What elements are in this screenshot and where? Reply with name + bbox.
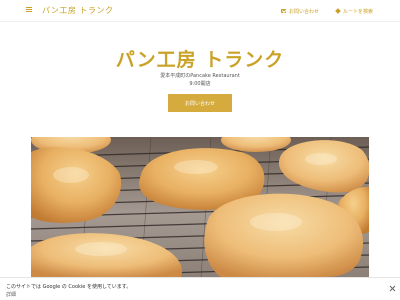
page-title: パン工房 トランク xyxy=(115,49,285,71)
subtitle-line-1: 愛本平成町のPancake Restaurant xyxy=(160,73,240,79)
header-contact-label: お問い合わせ xyxy=(289,8,320,15)
subtitle-line-2: 9:00開店 xyxy=(189,81,211,87)
cookie-details-link[interactable]: 詳細 xyxy=(6,291,16,298)
brand-name[interactable]: パン工房 トランク xyxy=(42,5,113,16)
mail-icon xyxy=(281,9,286,13)
hamburger-menu-icon[interactable] xyxy=(26,6,33,13)
page: パン工房 トランク お問い合わせ ルートを検索 パン工房 トランク 愛本平成町の… xyxy=(0,0,400,300)
header-route-label: ルートを検索 xyxy=(343,8,374,15)
header-contact-link[interactable]: お問い合わせ xyxy=(281,6,319,16)
header-route-link[interactable]: ルートを検索 xyxy=(335,6,374,16)
contact-button[interactable]: お問い合わせ xyxy=(168,94,232,112)
close-icon[interactable] xyxy=(389,285,396,292)
site-header: パン工房 トランク お問い合わせ ルートを検索 xyxy=(0,0,400,22)
cookie-bar: このサイトでは Google の Cookie を使用しています。 詳細 xyxy=(0,277,400,300)
bread-photo xyxy=(31,137,369,277)
hero-image xyxy=(31,137,369,277)
directions-icon xyxy=(335,8,341,14)
cookie-message: このサイトでは Google の Cookie を使用しています。 xyxy=(6,284,132,290)
